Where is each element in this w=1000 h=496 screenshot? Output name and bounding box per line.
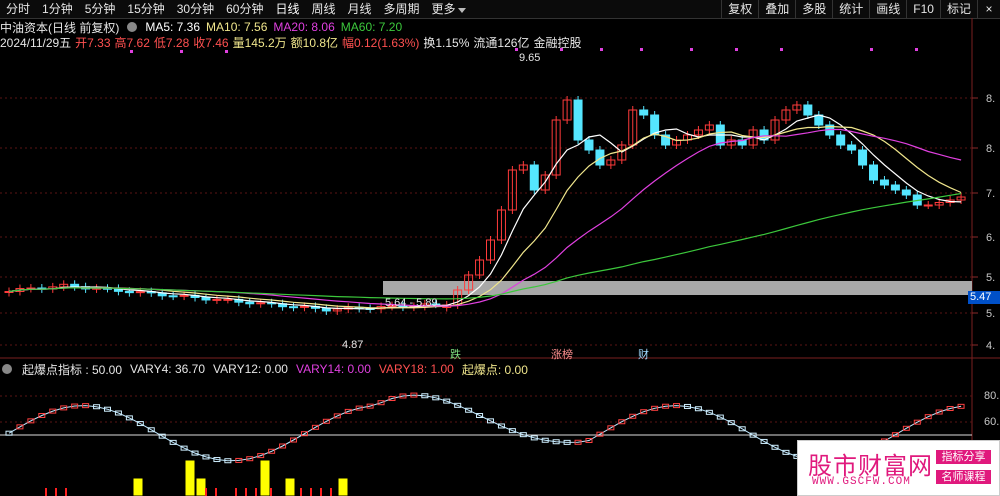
vary14-value: VARY14: 0.00 [295,362,371,376]
signal-bar [132,477,144,496]
red-signal-tick [215,488,217,496]
event-dot [780,48,783,51]
indicator-header: 起爆点指标 : 50.00 VARY4: 36.70 VARY12: 0.00 … [0,361,528,378]
signal-bar [284,477,296,496]
candle-body [256,302,266,305]
signal-bar [259,459,271,496]
band-range-label: 5.64 - 5.89 [385,297,438,309]
event-dot [600,48,603,51]
candle-body [168,295,178,298]
price-tick: 5. [986,272,996,284]
red-signal-tick [245,488,247,496]
vary4-value: VARY4: 36.70 [130,362,205,376]
event-dot [915,48,918,51]
ma-lines [8,114,962,310]
signal-bar [337,477,349,496]
candle-body [179,294,189,297]
price-tick: 8. [986,93,996,105]
high-price-label: 9.65 [519,52,541,64]
event-dot [735,48,738,51]
watermark-url: WWW.GSCFW.COM [812,476,911,488]
red-signal-tick [55,488,57,496]
red-signal-tick [300,488,302,496]
price-tick: 4. [986,340,996,352]
candle-body [135,291,145,294]
candle-body [814,114,824,126]
candle-body [245,301,255,305]
marker-limit-up[interactable]: 涨榜 [551,346,573,362]
marker-fall[interactable]: 跌 [450,346,461,362]
event-dot [560,48,563,51]
indicator-tick: 80. [984,390,1000,402]
candle-body [901,189,911,196]
price-tick: 8. [986,143,996,155]
candle-body [529,164,539,191]
candle-body [836,134,846,146]
candle-body [879,179,889,186]
candle-body [124,290,134,294]
candle-body [869,164,879,181]
candle-body [858,149,868,166]
event-dot [180,50,183,53]
red-signal-tick [330,488,332,496]
marker-finance[interactable]: 财 [638,346,649,362]
candle-body [212,298,222,301]
red-signal-tick [255,488,257,496]
red-signal-tick [235,488,237,496]
candle-body [923,204,933,207]
red-signal-tick [205,488,207,496]
candle-body [573,99,583,141]
price-tick: 5. [986,308,996,320]
qbd-value: 起爆点: 0.00 [461,362,528,377]
red-signal-tick [45,488,47,496]
red-signal-tick [270,488,272,496]
watermark-tag-course: 名师课程 [936,470,991,484]
signal-bar [195,477,207,496]
event-dot [690,48,693,51]
candle-body [890,184,900,191]
candle-body [803,104,813,116]
red-signal-tick [65,488,67,496]
vary18-value: VARY18: 1.00 [378,362,454,376]
indicator-name[interactable]: 起爆点指标 : 50.00 [22,361,122,378]
candle-body [289,306,299,309]
red-signal-tick [320,488,322,496]
kline-chart[interactable] [0,0,1000,496]
event-dot [870,48,873,51]
event-dot [640,48,643,51]
candle-body [299,305,309,308]
current-price-badge: 5.47 [968,291,1000,304]
candle-body [847,144,857,151]
candle-body [223,298,233,301]
indicator-settings-icon[interactable] [2,364,12,374]
event-dot [130,50,133,53]
red-signal-tick [310,488,312,496]
event-dot [225,50,228,53]
candle-body [321,307,331,312]
price-tick: 6. [986,232,996,244]
price-tick: 7. [986,188,996,200]
watermark-tag-share: 指标分享 [936,450,991,464]
site-watermark: 股市财富网 WWW.GSCFW.COM 指标分享 名师课程 [797,440,1000,496]
candle-body [639,109,649,116]
candle-body [201,296,211,301]
ma-line [8,114,962,310]
signal-bar [184,459,196,496]
event-dot [515,48,518,51]
candle-body [70,283,80,288]
vary12-value: VARY12: 0.00 [213,362,288,376]
candle-body [584,139,594,151]
indicator-tick: 60. [984,416,1000,428]
low-price-label: 4.87 [342,339,364,351]
